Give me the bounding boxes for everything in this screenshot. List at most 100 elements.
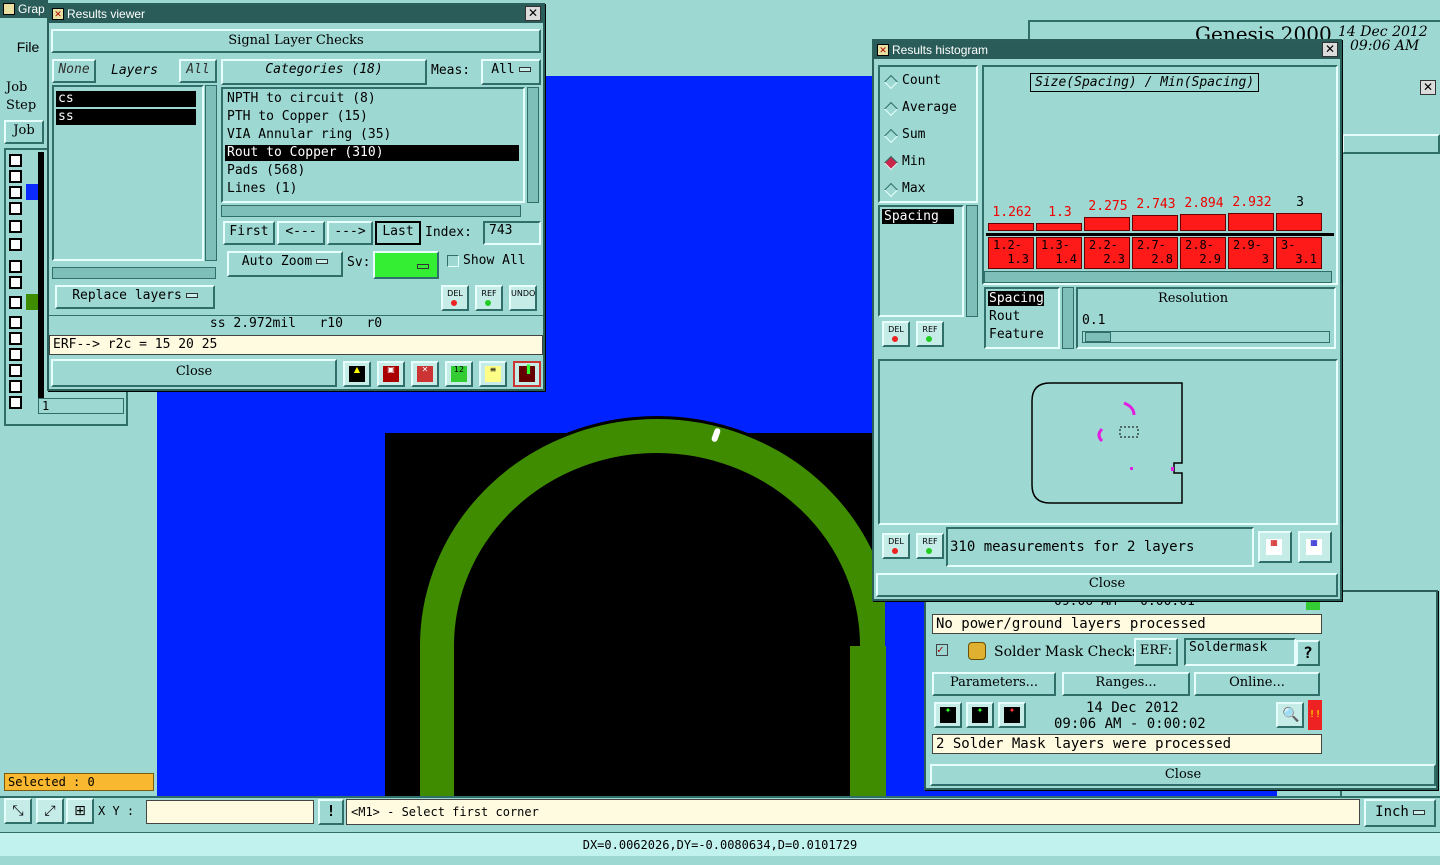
next-button[interactable]: ---> bbox=[327, 221, 373, 245]
layer-checkbox[interactable] bbox=[9, 296, 22, 309]
ref-icon[interactable]: REF bbox=[475, 285, 503, 311]
erf-value-field[interactable]: Soldermask bbox=[1184, 638, 1296, 666]
histogram-close-button[interactable]: Close bbox=[876, 573, 1338, 597]
histogram-bar[interactable] bbox=[1228, 213, 1274, 231]
run-icon-1[interactable]: ✦ bbox=[934, 702, 962, 728]
zoom-icon[interactable]: 🔍 bbox=[1276, 702, 1304, 728]
histogram-bar[interactable] bbox=[1132, 214, 1178, 231]
range-box[interactable]: 2.2- 2.3 bbox=[1084, 237, 1130, 269]
export-icon-2[interactable]: ▦ bbox=[1298, 531, 1332, 563]
results-viewer-close-button[interactable]: Close bbox=[51, 359, 337, 387]
checklist-close-button[interactable]: Close bbox=[930, 764, 1436, 786]
layer-checkbox[interactable] bbox=[9, 380, 22, 393]
layer-checkbox[interactable] bbox=[9, 186, 22, 199]
range-box[interactable]: 1.3- 1.4 bbox=[1036, 237, 1082, 269]
categories-scrollbar[interactable] bbox=[527, 87, 539, 203]
histogram-bar[interactable] bbox=[1180, 213, 1226, 231]
histogram-icon[interactable]: ▐ bbox=[513, 361, 541, 387]
numbers-icon[interactable]: 12 bbox=[445, 361, 473, 387]
help-button[interactable]: ? bbox=[1296, 640, 1320, 666]
xy-input[interactable] bbox=[146, 800, 314, 824]
resolution-thumb[interactable] bbox=[1085, 332, 1111, 342]
file-menu[interactable]: File bbox=[8, 36, 48, 58]
fit-icon[interactable]: ⤡ bbox=[4, 798, 32, 824]
sv-color-dropdown[interactable] bbox=[373, 251, 439, 279]
auto-zoom-dropdown[interactable]: Auto Zoom bbox=[227, 251, 343, 277]
image-icon[interactable]: ▣ bbox=[377, 361, 405, 387]
no-filter-icon[interactable]: ✕ bbox=[411, 361, 439, 387]
run-icon-3[interactable]: ✦ bbox=[998, 702, 1026, 728]
mode-radio[interactable] bbox=[883, 74, 899, 90]
hist-ref-icon-2[interactable]: REF bbox=[916, 533, 944, 559]
del-icon[interactable]: DEL bbox=[441, 285, 469, 311]
category-item[interactable]: Lines (1) bbox=[225, 181, 519, 197]
drill-icon[interactable]: ▲ bbox=[343, 361, 371, 387]
grid-icon[interactable]: ⊞ bbox=[66, 798, 94, 824]
index-field[interactable]: 743 bbox=[483, 221, 541, 245]
layers-scrollbar[interactable] bbox=[205, 85, 217, 261]
show-all-checkbox[interactable] bbox=[447, 255, 459, 267]
units-dropdown[interactable]: Inch bbox=[1364, 799, 1436, 827]
first-button[interactable]: First bbox=[223, 221, 275, 245]
histogram-bar[interactable] bbox=[1276, 213, 1322, 231]
histogram-close-icon[interactable]: ✕ bbox=[1322, 42, 1338, 57]
range-box[interactable]: 2.7- 2.8 bbox=[1132, 237, 1178, 269]
layer-checkbox[interactable] bbox=[9, 170, 22, 183]
last-button[interactable]: Last bbox=[375, 221, 421, 245]
range-box[interactable]: 2.9- 3 bbox=[1228, 237, 1274, 269]
attr-scrollbar[interactable] bbox=[966, 205, 978, 317]
online-button[interactable]: Online... bbox=[1194, 672, 1320, 696]
undo-icon[interactable]: UNDO bbox=[509, 285, 537, 311]
mode-radio[interactable] bbox=[883, 128, 899, 144]
layer-checkbox[interactable] bbox=[9, 276, 22, 289]
job-button[interactable]: Job bbox=[4, 120, 44, 144]
solder-checkbox[interactable]: ✓ bbox=[936, 644, 948, 656]
layer-list-item[interactable]: cs bbox=[56, 91, 196, 107]
hist-del-icon-2[interactable]: DEL bbox=[882, 533, 910, 559]
replace-layers-button[interactable]: Replace layers bbox=[55, 285, 215, 309]
layer-checkbox[interactable] bbox=[9, 220, 22, 233]
alert-button[interactable]: ! bbox=[318, 799, 344, 825]
categories-hscrollbar[interactable] bbox=[221, 205, 521, 217]
layer-checkbox[interactable] bbox=[9, 202, 22, 215]
mode-radio[interactable] bbox=[883, 182, 899, 198]
size-list-item[interactable]: Feature bbox=[988, 327, 1044, 342]
hist-ref-icon[interactable]: REF bbox=[916, 321, 944, 347]
layer-checkbox[interactable] bbox=[9, 348, 22, 361]
size-scrollbar[interactable] bbox=[1062, 287, 1074, 349]
histogram-bar[interactable] bbox=[988, 223, 1034, 231]
histogram-bar[interactable] bbox=[1084, 217, 1130, 231]
category-item[interactable]: VIA Annular ring (35) bbox=[225, 127, 519, 143]
layers-hscrollbar[interactable] bbox=[52, 267, 216, 279]
category-item[interactable]: NPTH to circuit (8) bbox=[225, 91, 519, 107]
export-icon-1[interactable]: ▦ bbox=[1258, 531, 1292, 563]
layer-checkbox[interactable] bbox=[9, 364, 22, 377]
layer-checkbox[interactable] bbox=[9, 332, 22, 345]
attr-list-item[interactable]: Spacing bbox=[882, 209, 954, 224]
results-viewer-close-icon[interactable]: ✕ bbox=[525, 6, 541, 21]
prev-button[interactable]: <--- bbox=[277, 221, 325, 245]
all-layers-button[interactable]: All bbox=[179, 59, 217, 83]
resolution-slider[interactable] bbox=[1082, 331, 1330, 343]
hist-del-icon[interactable]: DEL bbox=[882, 321, 910, 347]
layer-checkbox[interactable] bbox=[9, 154, 22, 167]
chart-hscrollbar[interactable] bbox=[984, 271, 1332, 283]
mode-radio[interactable] bbox=[883, 101, 899, 117]
range-box[interactable]: 2.8- 2.9 bbox=[1180, 237, 1226, 269]
category-item[interactable]: PTH to Copper (15) bbox=[225, 109, 519, 125]
layer-checkbox[interactable] bbox=[9, 238, 22, 251]
parameters-button[interactable]: Parameters... bbox=[932, 672, 1056, 696]
layer-checkbox[interactable] bbox=[9, 316, 22, 329]
snap-icon[interactable]: ⤢ bbox=[36, 798, 64, 824]
none-button[interactable]: None bbox=[52, 59, 96, 83]
layer-checkbox[interactable] bbox=[9, 260, 22, 273]
layer-checkbox[interactable] bbox=[9, 396, 22, 409]
mode-radio[interactable] bbox=[883, 155, 899, 171]
side-panel-close-icon[interactable]: ✕ bbox=[1420, 80, 1436, 95]
category-item[interactable]: Pads (568) bbox=[225, 163, 519, 179]
size-list-item[interactable]: Rout bbox=[988, 309, 1020, 324]
report-icon[interactable]: ≡ bbox=[479, 361, 507, 387]
range-box[interactable]: 1.2- 1.3 bbox=[988, 237, 1034, 269]
category-item[interactable]: Rout to Copper (310) bbox=[225, 145, 519, 161]
run-icon-2[interactable]: ✦ bbox=[966, 702, 994, 728]
